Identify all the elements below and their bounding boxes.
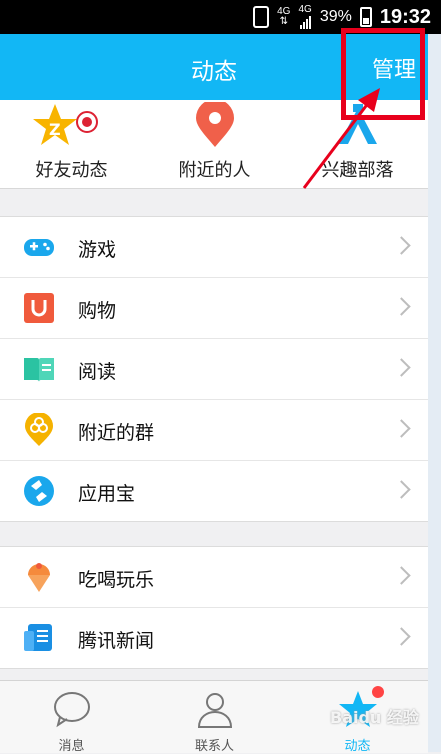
list-item-label: 附近的群 bbox=[78, 422, 155, 444]
list-item-label: 腾讯新闻 bbox=[78, 630, 155, 652]
bottom-tab-contacts[interactable]: 联系人 bbox=[143, 681, 286, 754]
book-icon bbox=[24, 358, 54, 382]
chevron-right-icon bbox=[392, 419, 411, 438]
list-item-app-store[interactable]: 应用宝 bbox=[0, 461, 428, 521]
list-item-label: 吃喝玩乐 bbox=[78, 569, 155, 591]
bottom-tab-messages[interactable]: 消息 bbox=[0, 681, 143, 754]
nearby-group-icon bbox=[25, 413, 53, 446]
signal-bars-icon bbox=[299, 15, 311, 29]
shopping-bag-icon bbox=[24, 293, 54, 323]
list-item-games[interactable]: 游戏 bbox=[0, 217, 428, 278]
friends-star-icon: Z bbox=[32, 104, 98, 145]
message-bubble-icon bbox=[53, 692, 90, 728]
annotation-arrow-icon bbox=[302, 88, 380, 189]
feature-list-secondary: 吃喝玩乐 腾讯新闻 bbox=[0, 546, 428, 669]
tab-label: 好友动态 bbox=[35, 160, 108, 181]
data-arrows-icon: ⇅ bbox=[279, 16, 288, 27]
chevron-right-icon bbox=[392, 480, 411, 499]
list-item-label: 阅读 bbox=[78, 361, 117, 383]
bottom-tab-label: 动态 bbox=[344, 739, 371, 754]
clock: 19:32 bbox=[379, 5, 431, 28]
phone-vibrate-icon bbox=[253, 6, 270, 28]
news-icon bbox=[24, 624, 52, 651]
chevron-right-icon bbox=[392, 627, 411, 646]
contacts-icon bbox=[197, 693, 232, 728]
gamepad-icon bbox=[24, 239, 54, 256]
battery-icon bbox=[359, 7, 372, 27]
svg-text:Z: Z bbox=[49, 120, 61, 139]
list-item-label: 游戏 bbox=[78, 239, 117, 261]
list-item-reading[interactable]: 阅读 bbox=[0, 339, 428, 400]
network-4g-indicator: 4G ⇅ bbox=[277, 7, 290, 27]
app-store-icon bbox=[24, 476, 54, 506]
bottom-tab-label: 消息 bbox=[58, 739, 85, 754]
list-item-tencent-news[interactable]: 腾讯新闻 bbox=[0, 608, 428, 668]
chevron-right-icon bbox=[392, 566, 411, 585]
network-small-label: 4G bbox=[298, 4, 312, 15]
watermark: Baidu 经验 bbox=[330, 708, 419, 727]
tab-label: 附近的人 bbox=[178, 160, 251, 181]
tab-nearby-people[interactable]: 附近的人 bbox=[143, 100, 286, 188]
icecream-icon bbox=[28, 563, 50, 592]
list-item-label: 购物 bbox=[78, 300, 117, 322]
chevron-right-icon bbox=[392, 236, 411, 255]
battery-percent: 39% bbox=[319, 8, 352, 25]
status-bar-indicators: 4G ⇅ 4G 39% 19:32 bbox=[253, 4, 431, 30]
side-strip bbox=[428, 34, 441, 752]
signal-indicator: 4G bbox=[298, 4, 312, 29]
chevron-right-icon bbox=[392, 358, 411, 377]
location-pin-icon bbox=[195, 102, 234, 147]
feature-list-primary: 游戏 购物 阅读 附近的群 应用宝 bbox=[0, 216, 428, 522]
tab-friends-feed[interactable]: Z 好友动态 bbox=[0, 100, 143, 188]
chevron-right-icon bbox=[392, 297, 411, 316]
bottom-tab-label: 联系人 bbox=[194, 739, 234, 754]
list-item-shopping[interactable]: 购物 bbox=[0, 278, 428, 339]
list-item-nearby-groups[interactable]: 附近的群 bbox=[0, 400, 428, 461]
notification-badge bbox=[372, 686, 384, 698]
list-item-label: 应用宝 bbox=[78, 483, 136, 505]
list-item-food-fun[interactable]: 吃喝玩乐 bbox=[0, 547, 428, 608]
